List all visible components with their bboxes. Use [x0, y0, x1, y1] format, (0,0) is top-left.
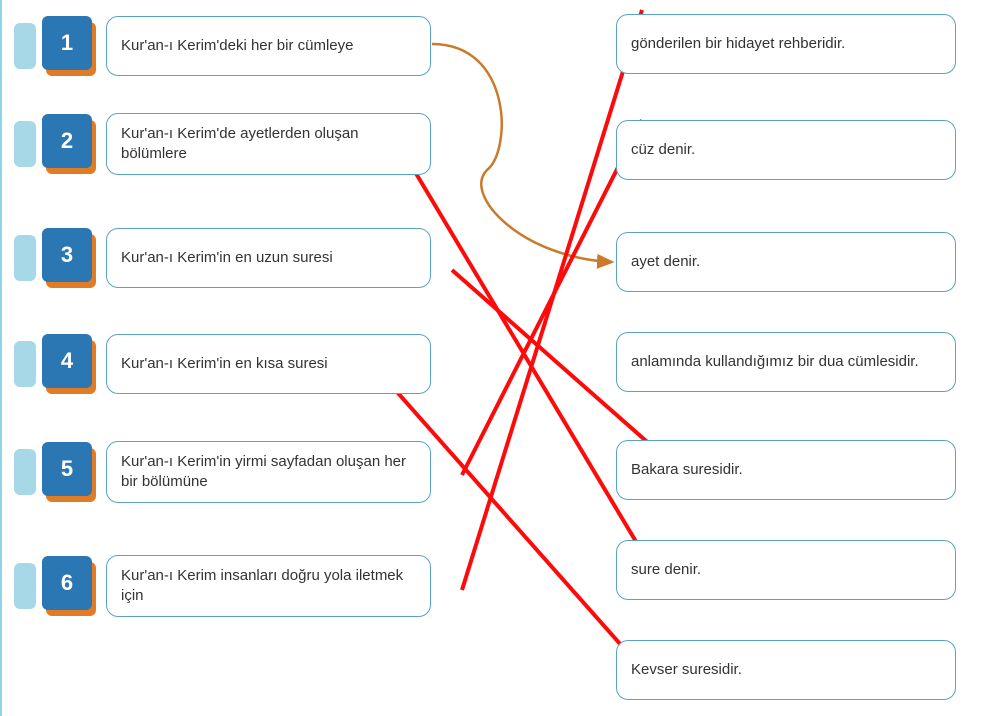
left-item-1[interactable]: 1 Kur'an-ı Kerim'deki her bir cümleye	[14, 14, 431, 78]
drag-handle[interactable]	[14, 563, 36, 609]
prompt-box: Kur'an-ı Kerim'deki her bir cümleye	[106, 16, 431, 76]
prompt-text: Kur'an-ı Kerim'deki her bir cümleye	[121, 36, 353, 56]
match-line	[402, 150, 647, 560]
badge-number: 6	[61, 570, 73, 596]
match-line	[462, 10, 642, 590]
left-item-3[interactable]: 3 Kur'an-ı Kerim'in en uzun suresi	[14, 226, 431, 290]
answer-text: Bakara suresidir.	[631, 460, 743, 480]
answer-text: gönderilen bir hidayet rehberidir.	[631, 34, 845, 54]
prompt-box: Kur'an-ı Kerim'de ayetlerden oluşan bölü…	[106, 113, 431, 176]
prompt-text: Kur'an-ı Kerim'de ayetlerden oluşan bölü…	[121, 124, 416, 165]
matching-exercise: 1 Kur'an-ı Kerim'deki her bir cümleye 2 …	[0, 0, 985, 716]
number-badge: 4	[42, 334, 96, 394]
badge-number: 2	[61, 128, 73, 154]
prompt-text: Kur'an-ı Kerim insanları doğru yola ilet…	[121, 566, 416, 607]
drag-handle[interactable]	[14, 23, 36, 69]
number-badge: 5	[42, 442, 96, 502]
badge-number: 3	[61, 242, 73, 268]
number-badge: 3	[42, 228, 96, 288]
number-badge: 1	[42, 16, 96, 76]
answer-box-4[interactable]: anlamında kullandığımız bir dua cümlesid…	[616, 332, 956, 392]
match-line	[382, 375, 652, 680]
answer-box-6[interactable]: sure denir.	[616, 540, 956, 600]
badge-number: 5	[61, 456, 73, 482]
drag-handle[interactable]	[14, 449, 36, 495]
badge-number: 4	[61, 348, 73, 374]
drag-handle[interactable]	[14, 341, 36, 387]
prompt-box: Kur'an-ı Kerim'in en uzun suresi	[106, 228, 431, 288]
number-badge: 6	[42, 556, 96, 616]
drag-handle[interactable]	[14, 121, 36, 167]
left-item-2[interactable]: 2 Kur'an-ı Kerim'de ayetlerden oluşan bö…	[14, 112, 431, 176]
answer-text: Kevser suresidir.	[631, 660, 742, 680]
prompt-box: Kur'an-ı Kerim'in yirmi sayfadan oluşan …	[106, 441, 431, 504]
answer-box-5[interactable]: Bakara suresidir.	[616, 440, 956, 500]
answer-text: ayet denir.	[631, 252, 700, 272]
answer-text: anlamında kullandığımız bir dua cümlesid…	[631, 352, 919, 372]
answer-box-3[interactable]: ayet denir.	[616, 232, 956, 292]
drag-handle[interactable]	[14, 235, 36, 281]
answer-box-1[interactable]: gönderilen bir hidayet rehberidir.	[616, 14, 956, 74]
answer-text: cüz denir.	[631, 140, 695, 160]
prompt-text: Kur'an-ı Kerim'in yirmi sayfadan oluşan …	[121, 452, 416, 493]
match-line	[462, 120, 642, 475]
prompt-text: Kur'an-ı Kerim'in en uzun suresi	[121, 248, 333, 268]
badge-number: 1	[61, 30, 73, 56]
answer-text: sure denir.	[631, 560, 701, 580]
example-curve	[432, 44, 612, 262]
number-badge: 2	[42, 114, 96, 174]
prompt-box: Kur'an-ı Kerim'in en kısa suresi	[106, 334, 431, 394]
prompt-text: Kur'an-ı Kerim'in en kısa suresi	[121, 354, 328, 374]
answer-box-2[interactable]: cüz denir.	[616, 120, 956, 180]
left-item-5[interactable]: 5 Kur'an-ı Kerim'in yirmi sayfadan oluşa…	[14, 440, 431, 504]
prompt-box: Kur'an-ı Kerim insanları doğru yola ilet…	[106, 555, 431, 618]
left-item-4[interactable]: 4 Kur'an-ı Kerim'in en kısa suresi	[14, 332, 431, 396]
answer-box-7[interactable]: Kevser suresidir.	[616, 640, 956, 700]
left-item-6[interactable]: 6 Kur'an-ı Kerim insanları doğru yola il…	[14, 554, 431, 618]
